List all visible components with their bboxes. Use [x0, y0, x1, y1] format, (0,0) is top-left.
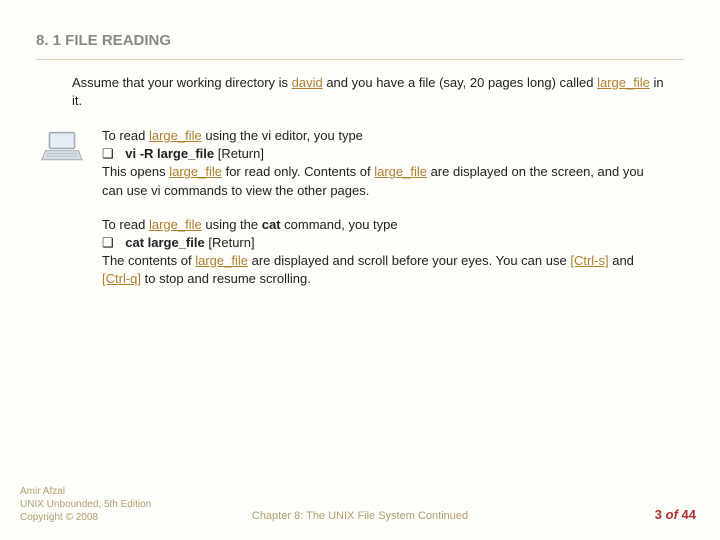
- text: for read only. Contents of: [222, 164, 374, 179]
- text: This opens: [102, 164, 169, 179]
- text: and: [609, 253, 634, 268]
- cat-text: To read large_file using the cat command…: [102, 216, 662, 289]
- intro-paragraph: Assume that your working directory is da…: [72, 74, 674, 109]
- text: to stop and resume scrolling.: [141, 271, 311, 286]
- page-total: 44: [682, 507, 696, 522]
- return-key: [Return]: [205, 235, 255, 250]
- bullet-icon: ❑: [102, 234, 118, 252]
- text: The contents of: [102, 253, 195, 268]
- page-of: of: [666, 507, 678, 522]
- key-ctrl-q: [Ctrl-q]: [102, 271, 141, 286]
- text: and you have a file (say, 20 pages long)…: [323, 75, 597, 90]
- page-current: 3: [655, 507, 662, 522]
- page-number: 3 of 44: [655, 507, 696, 522]
- block-cat: To read large_file using the cat command…: [36, 216, 684, 289]
- text: To read: [102, 128, 149, 143]
- bullet-icon: ❑: [102, 145, 118, 163]
- text: using the: [202, 217, 262, 232]
- file-name: large_file: [169, 164, 222, 179]
- return-key: [Return]: [214, 146, 264, 161]
- command: vi -R large_file: [125, 146, 214, 161]
- text: To read: [102, 217, 149, 232]
- text: Assume that your working directory is: [72, 75, 292, 90]
- laptop-icon: [40, 129, 84, 165]
- cat-cmd: cat: [262, 217, 281, 232]
- footer-author: Amir Afzal: [20, 485, 151, 498]
- dir-name: david: [292, 75, 323, 90]
- file-name: large_file: [195, 253, 248, 268]
- file-name: large_file: [149, 217, 202, 232]
- text: using the vi editor, you type: [202, 128, 363, 143]
- text: command, you type: [281, 217, 398, 232]
- command: cat large_file: [125, 235, 205, 250]
- slide-title: 8. 1 FILE READING: [36, 32, 684, 60]
- file-name: large_file: [149, 128, 202, 143]
- file-name: large_file: [597, 75, 650, 90]
- slide: 8. 1 FILE READING Assume that your worki…: [0, 0, 720, 540]
- key-ctrl-s: [Ctrl-s]: [570, 253, 608, 268]
- file-name: large_file: [374, 164, 427, 179]
- text: are displayed and scroll before your eye…: [248, 253, 570, 268]
- vi-text: To read large_file using the vi editor, …: [102, 127, 662, 200]
- chapter-label: Chapter 8: The UNIX File System Continue…: [0, 510, 720, 522]
- block-vi: To read large_file using the vi editor, …: [36, 127, 684, 200]
